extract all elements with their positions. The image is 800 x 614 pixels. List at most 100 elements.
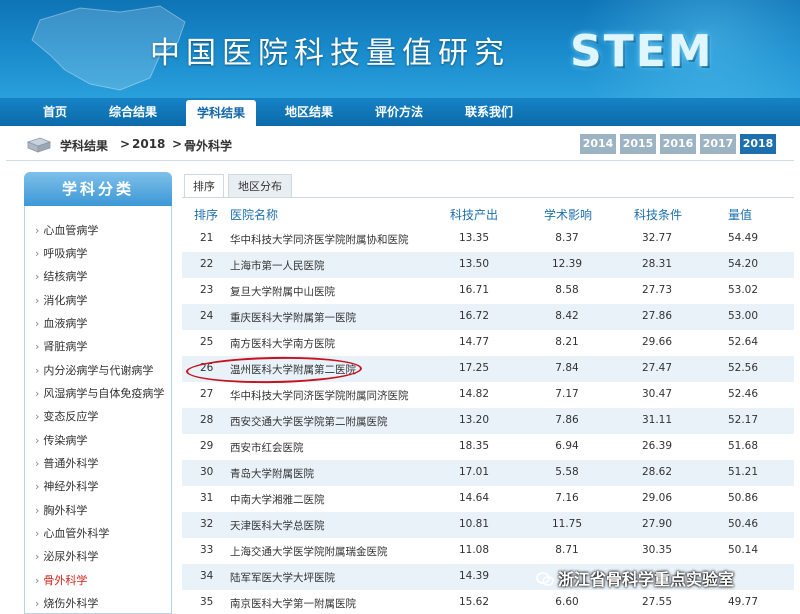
rank-cell: 22 [200, 258, 214, 270]
table-row: 21 华中科技大学同济医学院附属协和医院 13.35 8.37 32.77 54.49 [182, 226, 794, 252]
sidebar-item-urology[interactable]: 泌尿外科学 [35, 548, 98, 564]
tab-ranking[interactable]: 排序 [184, 174, 224, 198]
table-row: 24 重庆医科大学附属第一医院 16.72 8.42 27.86 53.00 [182, 304, 794, 330]
sci-output-cell: 17.01 [458, 466, 490, 478]
tab-region-distribution[interactable]: 地区分布 [228, 174, 292, 198]
sidebar-item-cardiology[interactable]: 心血管病学 [35, 222, 98, 238]
sci-output-cell: 11.08 [458, 544, 490, 556]
sidebar-item-neurosurgery[interactable]: 神经外科学 [35, 478, 98, 494]
hospital-name-cell[interactable]: 重庆医科大学附属第一医院 [230, 310, 356, 325]
nav-region-results[interactable]: 地区结果 [276, 98, 342, 126]
hospital-name-cell[interactable]: 西安市红会医院 [230, 440, 304, 455]
sci-condition-cell: 29.66 [641, 336, 673, 348]
nav-overall-results[interactable]: 综合结果 [100, 98, 166, 126]
rank-cell: 35 [200, 596, 214, 608]
hospital-name-cell[interactable]: 复旦大学附属中山医院 [230, 284, 335, 299]
value-cell: 52.17 [727, 414, 759, 426]
rank-cell: 26 [200, 362, 214, 374]
year-tab-2018[interactable]: 2018 [740, 134, 776, 154]
hospital-name-cell[interactable]: 上海交通大学医学院附属瑞金医院 [230, 544, 388, 559]
sidebar-item-hematology[interactable]: 血液病学 [35, 315, 87, 331]
breadcrumb-separator: > [120, 137, 131, 151]
sci-output-cell: 13.20 [458, 414, 490, 426]
table-row: 23 复旦大学附属中山医院 16.71 8.58 27.73 53.02 [182, 278, 794, 304]
sidebar-item-respiratory[interactable]: 呼吸病学 [35, 245, 87, 261]
header-rank[interactable]: 排序 [194, 206, 218, 223]
wechat-icon [536, 572, 554, 586]
hospital-name-cell[interactable]: 温州医科大学附属第二医院 [230, 362, 356, 377]
hospital-name-cell[interactable]: 陆军军医大学大坪医院 [230, 570, 335, 585]
sci-condition-cell: 27.47 [641, 362, 673, 374]
sidebar-item-allergy[interactable]: 变态反应学 [35, 408, 98, 424]
nav-contact-us[interactable]: 联系我们 [456, 98, 522, 126]
breadcrumb-bar: 学科结果 > 2018 > 骨外科学 2014 2015 2016 2017 2… [6, 130, 794, 160]
sidebar-item-thoracic-surgery[interactable]: 胸外科学 [35, 502, 87, 518]
rank-cell: 32 [200, 518, 214, 530]
breadcrumb-year[interactable]: 2018 [132, 137, 165, 151]
rank-cell: 25 [200, 336, 214, 348]
hospital-name-cell[interactable]: 中南大学湘雅二医院 [230, 492, 325, 507]
hospital-name-cell[interactable]: 南京医科大学第一附属医院 [230, 596, 356, 611]
table-row: 31 中南大学湘雅二医院 14.64 7.16 29.06 50.86 [182, 486, 794, 512]
hospital-name-cell[interactable]: 华中科技大学同济医学院附属同济医院 [230, 388, 409, 403]
sidebar-item-burn-surgery[interactable]: 烧伤外科学 [35, 595, 98, 611]
value-cell: 50.46 [727, 518, 759, 530]
site-title: 中国医院科技量值研究 [150, 36, 510, 71]
sidebar-item-nephrology[interactable]: 肾脏病学 [35, 338, 87, 354]
nav-discipline-results[interactable]: 学科结果 [186, 100, 256, 126]
year-tab-2017[interactable]: 2017 [700, 134, 736, 154]
academic-impact-cell: 6.94 [555, 440, 579, 452]
academic-impact-cell: 5.58 [555, 466, 579, 478]
header-sci-output[interactable]: 科技产出 [450, 206, 498, 223]
value-cell: 50.14 [727, 544, 759, 556]
table-row: 27 华中科技大学同济医学院附属同济医院 14.82 7.17 30.47 52.46 [182, 382, 794, 408]
sci-condition-cell: 30.47 [641, 388, 673, 400]
sidebar-item-gastroenterology[interactable]: 消化病学 [35, 292, 87, 308]
year-tab-2015[interactable]: 2015 [620, 134, 656, 154]
sci-condition-cell: 32.77 [641, 232, 673, 244]
nav-home[interactable]: 首页 [30, 98, 80, 126]
main-nav: 首页 综合结果 学科结果 地区结果 评价方法 联系我们 [0, 98, 800, 126]
value-cell: 54.20 [727, 258, 759, 270]
sci-output-cell: 14.77 [458, 336, 490, 348]
header-sci-condition[interactable]: 科技条件 [634, 206, 682, 223]
breadcrumb-root[interactable]: 学科结果 [60, 137, 108, 154]
hospital-name-cell[interactable]: 上海市第一人民医院 [230, 258, 325, 273]
value-cell: 53.02 [727, 284, 759, 296]
wechat-watermark: 浙江省骨科学重点实验室 [536, 566, 734, 592]
value-cell: 49.77 [727, 596, 759, 608]
sidebar-item-endocrinology[interactable]: 内分泌病学与代谢病学 [35, 362, 153, 378]
academic-impact-cell: 7.16 [555, 492, 579, 504]
sidebar-discipline-list: 心血管病学 呼吸病学 结核病学 消化病学 血液病学 肾脏病学 内分泌病学与代谢病… [24, 206, 172, 614]
sci-output-cell: 13.50 [458, 258, 490, 270]
books-icon [26, 137, 52, 153]
sci-output-cell: 10.81 [458, 518, 490, 530]
hospital-name-cell[interactable]: 天津医科大学总医院 [230, 518, 325, 533]
sidebar-item-tuberculosis[interactable]: 结核病学 [35, 268, 87, 284]
hospital-name-cell[interactable]: 西安交通大学医学院第二附属医院 [230, 414, 388, 429]
table-row: 25 南方医科大学南方医院 14.77 8.21 29.66 52.64 [182, 330, 794, 356]
table-row: 28 西安交通大学医学院第二附属医院 13.20 7.86 31.11 52.17 [182, 408, 794, 434]
value-cell: 51.68 [727, 440, 759, 452]
tab-underline [182, 197, 794, 198]
sidebar-item-general-surgery[interactable]: 普通外科学 [35, 455, 98, 471]
nav-evaluation-method[interactable]: 评价方法 [366, 98, 432, 126]
year-tab-2016[interactable]: 2016 [660, 134, 696, 154]
value-cell: 53.00 [727, 310, 759, 322]
header-value[interactable]: 量值 [728, 206, 752, 223]
hospital-name-cell[interactable]: 华中科技大学同济医学院附属协和医院 [230, 232, 409, 247]
sci-condition-cell: 31.11 [641, 414, 673, 426]
value-cell: 51.21 [727, 466, 759, 478]
sidebar-title: 学科分类 [24, 172, 172, 206]
sidebar-item-infectious-disease[interactable]: 传染病学 [35, 432, 87, 448]
sidebar-item-orthopedics[interactable]: 骨外科学 [35, 572, 87, 588]
sci-condition-cell: 27.86 [641, 310, 673, 322]
hospital-name-cell[interactable]: 青岛大学附属医院 [230, 466, 314, 481]
year-tab-2014[interactable]: 2014 [580, 134, 616, 154]
hospital-name-cell[interactable]: 南方医科大学南方医院 [230, 336, 335, 351]
header-academic-impact[interactable]: 学术影响 [544, 206, 592, 223]
table-row: 32 天津医科大学总医院 10.81 11.75 27.90 50.46 [182, 512, 794, 538]
table-row: 33 上海交通大学医学院附属瑞金医院 11.08 8.71 30.35 50.14 [182, 538, 794, 564]
sidebar-item-rheumatology[interactable]: 风湿病学与自体免疫病学 [35, 385, 164, 401]
sidebar-item-cardiovascular-surgery[interactable]: 心血管外科学 [35, 525, 109, 541]
